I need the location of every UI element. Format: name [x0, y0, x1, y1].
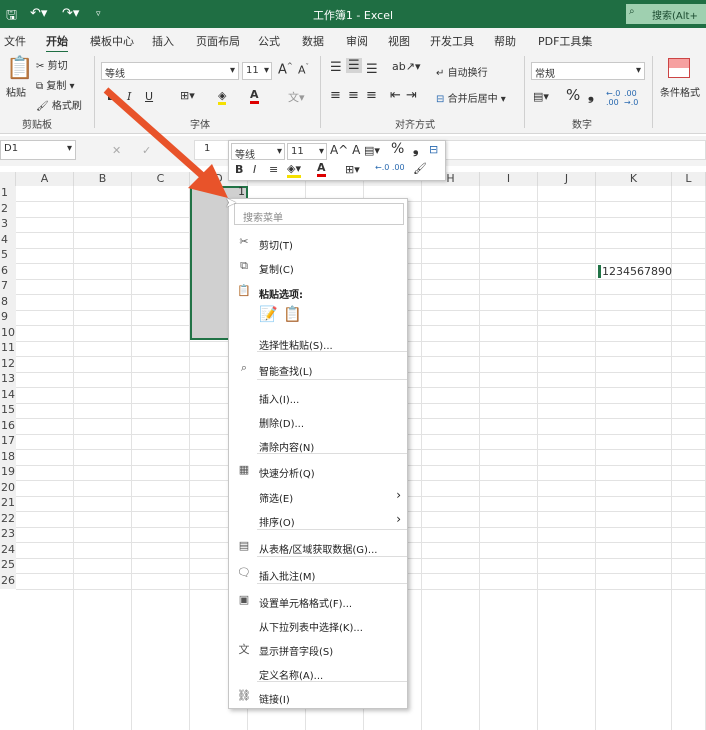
menu-item-label: 定义名称(A)...	[259, 671, 324, 682]
menu-item-label: 插入(I)...	[259, 395, 300, 406]
menu-item-label: 显示拼音字段(S)	[259, 647, 334, 658]
menu-item-label: 剪切(T)	[259, 241, 293, 252]
menu-item-label: 删除(D)...	[259, 419, 305, 430]
menu-item[interactable]: 排序(O) ›	[229, 509, 407, 531]
menu-item[interactable]: ▤ 从表格/区域获取数据(G)...	[229, 536, 407, 558]
menu-item-label: 链接(I)	[259, 695, 290, 706]
menu-item-label: 从表格/区域获取数据(G)...	[259, 545, 378, 556]
mouse-cursor-icon: ➤	[225, 195, 237, 211]
mini-borders-icon[interactable]: ⊞▾	[345, 163, 360, 176]
menu-item[interactable]: 删除(D)...	[229, 410, 407, 432]
mini-toolbar: 等线 ▾ 11 ▾ A^ A ▤▾ % ❟ ⊟ B I ≡ ◈▾ A ⊞▾ ←.0 …	[228, 140, 446, 181]
mini-font-select[interactable]: 等线 ▾	[231, 143, 285, 161]
paste-icon: 📋	[237, 284, 251, 297]
mini-font-color-icon[interactable]: A	[317, 161, 326, 177]
table-icon: ▤	[238, 539, 250, 552]
chevron-right-icon: ›	[396, 512, 401, 526]
paste-with-format-icon[interactable]: 📝	[259, 305, 278, 323]
mini-increase-font-icon[interactable]: A^ A	[330, 143, 360, 157]
chevron-right-icon: ›	[396, 488, 401, 502]
menu-item-label: 快速分析(Q)	[259, 469, 315, 480]
menu-item-label: 粘贴选项:	[259, 290, 303, 301]
context-menu: 搜索菜单 ✂ 剪切(T) ⧉ 复制(C) 📋 粘贴选项: 选择性粘贴(S)... ⌕ 智能查找(…	[228, 198, 408, 709]
menu-item[interactable]: 🗨 插入批注(M)	[229, 563, 407, 585]
menu-item[interactable]: 从下拉列表中选择(K)...	[229, 614, 407, 636]
menu-item-label: 智能查找(L)	[259, 367, 313, 378]
menu-item-label: 设置单元格格式(F)...	[259, 599, 353, 610]
paste-values-icon[interactable]: 📋	[283, 305, 302, 323]
mini-size-select[interactable]: 11 ▾	[287, 143, 327, 160]
mini-bold-button[interactable]: B	[235, 163, 243, 176]
menu-item[interactable]: 定义名称(A)...	[229, 662, 407, 684]
copy-icon: ⧉	[240, 259, 248, 272]
menu-item[interactable]: ⧉ 复制(C)	[229, 256, 407, 278]
mini-italic-button[interactable]: I	[253, 163, 256, 176]
menu-item[interactable]: ⛓ 链接(I)	[229, 686, 407, 708]
menu-item: 📋 粘贴选项:	[229, 281, 407, 303]
menu-search-input[interactable]: 搜索菜单	[234, 203, 404, 225]
quick-analysis-icon: ▦	[238, 463, 250, 476]
format-cells-icon: ▣	[238, 593, 250, 606]
comment-icon: 🗨	[237, 566, 251, 579]
menu-item[interactable]: 文显示拼音字段(S)	[229, 638, 407, 660]
menu-item-label: 插入批注(M)	[259, 572, 316, 583]
mini-format-painter-icon[interactable]: 🖌	[413, 162, 427, 175]
menu-item[interactable]: 选择性粘贴(S)...	[229, 332, 407, 354]
menu-item[interactable]: 筛选(E) ›	[229, 485, 407, 507]
menu-item[interactable]: ▦ 快速分析(Q)	[229, 460, 407, 482]
menu-item-label: 清除内容(N)	[259, 443, 315, 454]
link-icon: ⛓	[237, 689, 251, 702]
phonetic-icon: 文	[238, 643, 250, 656]
menu-item[interactable]: 清除内容(N)	[229, 434, 407, 456]
menu-item[interactable]: 插入(I)...	[229, 386, 407, 408]
mini-accounting-icon[interactable]: ▤▾	[364, 144, 380, 157]
menu-item-label: 选择性粘贴(S)...	[259, 341, 333, 352]
menu-item-label: 筛选(E)	[259, 494, 294, 505]
mini-decimal-icons[interactable]: ←.0 .00	[375, 163, 405, 172]
scissors-icon: ✂	[239, 235, 249, 248]
search-icon: ⌕	[240, 361, 248, 374]
mini-fill-color-icon[interactable]: ◈▾	[287, 162, 301, 178]
menu-item-label: 从下拉列表中选择(K)...	[259, 623, 363, 634]
mini-align-icon[interactable]: ≡	[269, 163, 278, 176]
menu-item[interactable]: ✂ 剪切(T)	[229, 232, 407, 254]
mini-percent-button[interactable]: %	[391, 141, 404, 157]
menu-item-label: 复制(C)	[259, 265, 294, 276]
menu-item[interactable]: ▣ 设置单元格格式(F)...	[229, 590, 407, 612]
mini-merge-icon[interactable]: ⊟	[429, 143, 438, 156]
menu-item[interactable]: ⌕ 智能查找(L)	[229, 358, 407, 380]
menu-item-label: 排序(O)	[259, 518, 295, 529]
mini-comma-icon[interactable]: ❟	[413, 141, 419, 157]
